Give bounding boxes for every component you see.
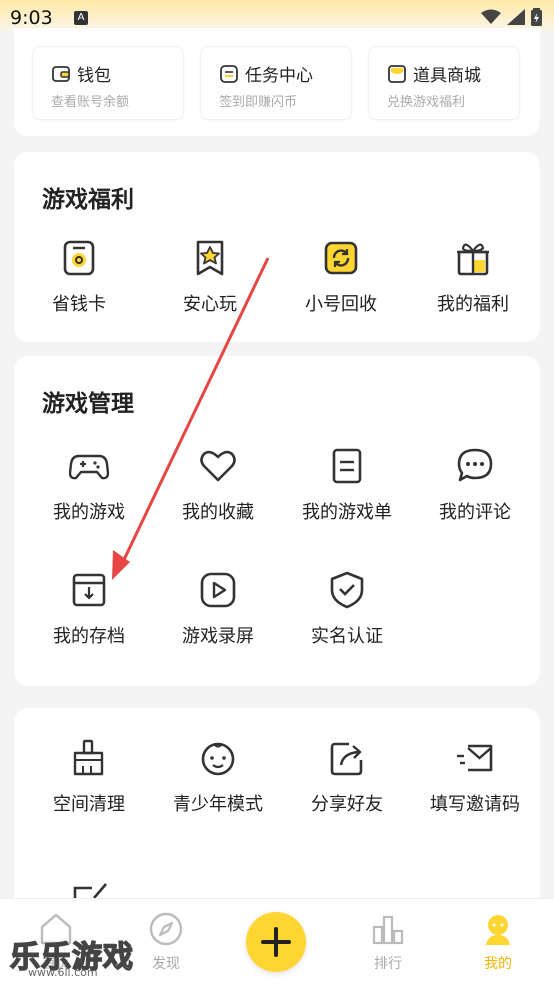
invite-code-label: 填写邀请码 [430, 794, 520, 815]
invite-code-item[interactable]: 填写邀请码 [410, 738, 540, 816]
shield-check-icon [330, 571, 364, 609]
wallet-title: 钱包 [77, 66, 111, 86]
nav-rank-label: 排行 [374, 956, 402, 972]
screen-record-item[interactable]: 游戏录屏 [153, 570, 283, 648]
my-welfare-label: 我的福利 [437, 294, 509, 315]
task-center-title: 任务中心 [245, 66, 313, 86]
broom-icon [73, 739, 104, 776]
account-card: 钱包 查看账号余额 任务中心 签到即赚闪币 道具商城 兑换游戏福利 [14, 28, 540, 136]
shop-subtitle: 兑换游戏福利 [387, 95, 466, 110]
screen-record-label: 游戏录屏 [182, 626, 254, 647]
my-games-label: 我的游戏 [53, 502, 125, 523]
nav-discover[interactable]: 发现 [126, 911, 206, 973]
my-comments-label: 我的评论 [439, 502, 511, 523]
plus-icon [261, 927, 291, 957]
money-card-label: 省钱卡 [52, 294, 106, 315]
archive-icon [72, 573, 106, 607]
gamepad-icon [69, 454, 109, 480]
task-center-card[interactable]: 任务中心 签到即赚闪币 [200, 46, 352, 120]
wallet-card[interactable]: 钱包 查看账号余额 [32, 46, 184, 120]
space-clean-label: 空间清理 [53, 794, 125, 815]
shop-card[interactable]: 道具商城 兑换游戏福利 [368, 46, 520, 120]
recycle-icon [324, 241, 358, 275]
share-icon [330, 742, 363, 776]
my-game-list-label: 我的游戏单 [302, 502, 392, 523]
my-comments-item[interactable]: 我的评论 [410, 446, 540, 524]
publish-button[interactable] [246, 912, 306, 972]
my-saves-item[interactable]: 我的存档 [24, 570, 154, 648]
nav-mine[interactable]: 我的 [458, 911, 538, 973]
real-name-item[interactable]: 实名认证 [282, 570, 412, 648]
wallet-icon [52, 65, 70, 82]
real-name-label: 实名认证 [311, 626, 383, 647]
child-face-icon [201, 742, 235, 776]
task-icon [220, 64, 238, 83]
task-center-subtitle: 签到即赚闪币 [219, 95, 298, 110]
teen-mode-label: 青少年模式 [173, 794, 263, 815]
nav-mine-label: 我的 [484, 956, 512, 972]
nav-rank[interactable]: 排行 [348, 911, 428, 973]
gift-icon [457, 243, 489, 276]
teen-mode-item[interactable]: 青少年模式 [153, 738, 283, 816]
notification-icon: A [74, 11, 88, 25]
my-game-list-item[interactable]: 我的游戏单 [282, 446, 412, 524]
rank-icon [372, 915, 404, 945]
my-saves-label: 我的存档 [53, 626, 125, 647]
space-clean-item[interactable]: 空间清理 [24, 738, 154, 816]
wallet-subtitle: 查看账号余额 [51, 95, 130, 110]
nav-discover-label: 发现 [152, 956, 180, 972]
shop-title: 道具商城 [413, 66, 481, 86]
compass-icon [149, 912, 183, 946]
list-icon [332, 448, 362, 484]
watermark-url: www.6ll.com [28, 966, 98, 979]
star-badge-icon [196, 240, 224, 276]
share-friends-label: 分享好友 [311, 794, 383, 815]
manage-title: 游戏管理 [42, 391, 134, 417]
safe-play-item[interactable]: 安心玩 [145, 238, 275, 316]
money-card-item[interactable]: 省钱卡 [14, 238, 144, 316]
my-favorites-item[interactable]: 我的收藏 [153, 446, 283, 524]
account-recycle-item[interactable]: 小号回收 [276, 238, 406, 316]
account-recycle-label: 小号回收 [305, 294, 377, 315]
record-icon [200, 572, 236, 608]
my-games-item[interactable]: 我的游戏 [24, 446, 154, 524]
shop-icon [388, 64, 406, 83]
comment-icon [457, 448, 493, 482]
user-icon [486, 915, 510, 945]
safe-play-label: 安心玩 [183, 294, 237, 315]
mail-icon [457, 744, 493, 772]
status-icons [481, 8, 542, 26]
welfare-section: 游戏福利 省钱卡 安心玩 小号回收 我的福利 [14, 152, 540, 342]
share-friends-item[interactable]: 分享好友 [282, 738, 412, 816]
my-welfare-item[interactable]: 我的福利 [408, 238, 538, 316]
manage-section: 游戏管理 我的游戏 我的收藏 我的游戏单 我的评论 我的存档 游戏录屏 实名认证 [14, 356, 540, 686]
wifi-icon [481, 9, 501, 24]
money-card-icon [63, 240, 95, 276]
battery-icon [531, 8, 542, 26]
heart-icon [200, 450, 236, 482]
my-favorites-label: 我的收藏 [182, 502, 254, 523]
signal-icon [507, 9, 525, 25]
welfare-title: 游戏福利 [42, 187, 134, 213]
status-time: 9:03 [10, 7, 53, 29]
